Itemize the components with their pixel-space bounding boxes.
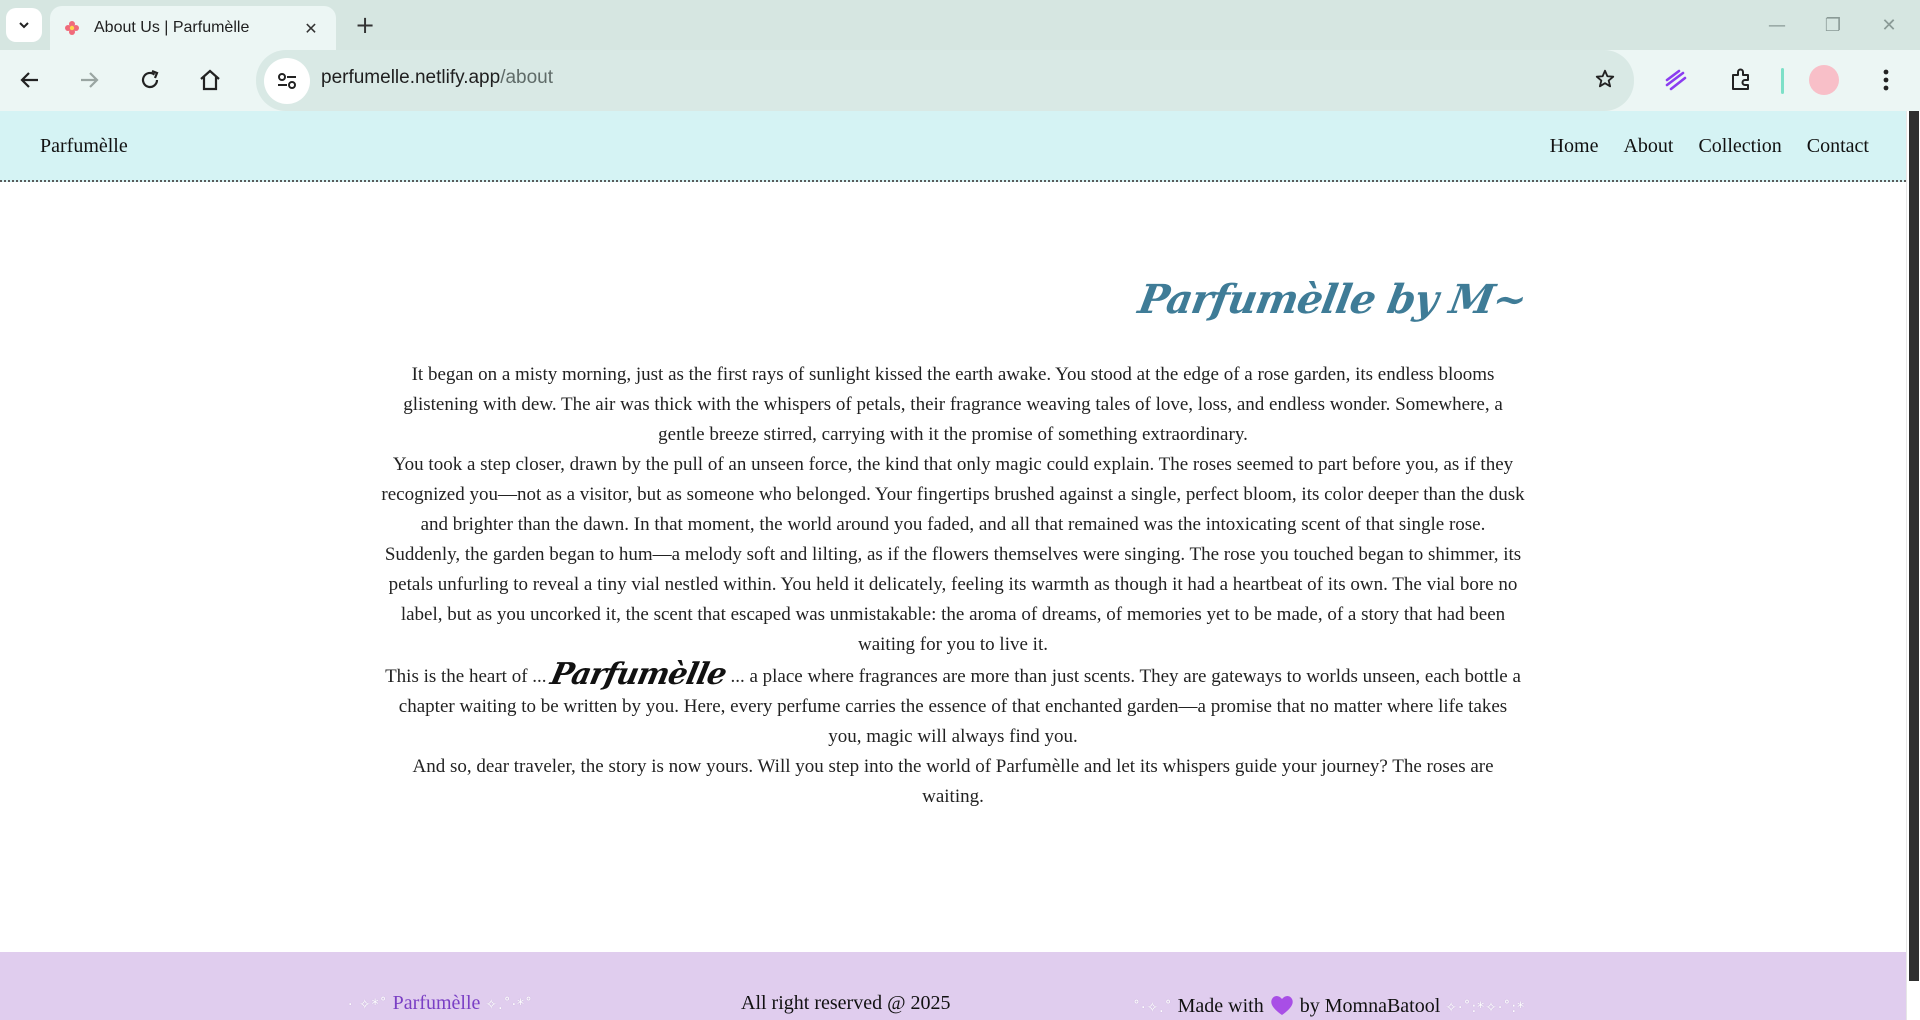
new-tab-button[interactable]: + <box>350 10 380 40</box>
reload-icon <box>141 69 159 89</box>
story-paragraph-2: You took a step closer, drawn by the pul… <box>381 454 1525 535</box>
url-domain: perfumelle.netlify.app <box>321 67 501 88</box>
bookmark-star-icon[interactable] <box>1594 68 1616 95</box>
site-footer: · ✧*˚ Parfumèlle ✧.˚·*˚ All right reserv… <box>0 952 1906 1020</box>
url-path: /about <box>500 67 554 88</box>
url-text[interactable]: perfumelle.netlify.app/about <box>321 67 553 89</box>
site-header: Parfumèlle Home About Collection Contact <box>0 111 1906 182</box>
address-bar[interactable]: perfumelle.netlify.app/about <box>256 50 1634 111</box>
home-icon <box>200 69 220 91</box>
inline-brand-script: Parfumèlle <box>547 657 730 692</box>
made-with-text: Made with <box>1177 995 1264 1017</box>
about-story: It began on a misty morning, just as the… <box>380 360 1526 812</box>
about-heading: Parfumèlle by M~ <box>1135 276 1531 323</box>
arrow-left-icon <box>20 72 38 88</box>
nav-about[interactable]: About <box>1623 135 1673 158</box>
flower-favicon-icon <box>65 21 79 35</box>
nav-collection[interactable]: Collection <box>1698 135 1781 158</box>
tab-strip: About Us | Parfumèlle ✕ + — ❐ ✕ <box>0 0 1920 50</box>
tab-active[interactable]: About Us | Parfumèlle ✕ <box>50 6 336 50</box>
page-scrollbar[interactable] <box>1906 111 1920 1020</box>
author-text: by MomnaBatool <box>1299 995 1441 1017</box>
reload-button[interactable] <box>130 60 170 100</box>
footer-copyright: All right reserved @ 2025 <box>741 992 951 1014</box>
extension-brush-icon[interactable] <box>1658 62 1694 98</box>
tab-search-button[interactable] <box>6 8 42 42</box>
story-paragraph-3: Suddenly, the garden began to hum—a melo… <box>384 544 1522 655</box>
back-button[interactable] <box>10 60 50 100</box>
nav-contact[interactable]: Contact <box>1807 135 1869 158</box>
forward-button[interactable] <box>69 60 109 100</box>
tune-icon <box>278 73 296 89</box>
footer-brand[interactable]: Parfumèlle <box>393 992 481 1014</box>
nav-home[interactable]: Home <box>1550 135 1599 158</box>
close-tab-icon[interactable]: ✕ <box>300 17 322 39</box>
sparkle-decoration: · ✧*˚ <box>348 997 388 1013</box>
restore-icon[interactable]: ❐ <box>1816 10 1850 40</box>
story-paragraph-1: It began on a misty morning, just as the… <box>403 364 1503 445</box>
site-nav: Home About Collection Contact <box>1550 135 1869 158</box>
home-button[interactable] <box>190 60 230 100</box>
scrollbar-thumb[interactable] <box>1909 111 1919 981</box>
footer-credits: ˚·✧.˚ Made with by MomnaBatool ✧·˚:*✧·˚:… <box>1133 992 1525 1018</box>
more-vert-icon[interactable] <box>1868 62 1904 98</box>
purple-heart-icon <box>1271 996 1293 1015</box>
story-paragraph-5: And so, dear traveler, the story is now … <box>412 756 1494 807</box>
arrow-right-icon <box>81 72 99 88</box>
chevron-down-icon <box>19 22 29 29</box>
footer-brand-block: · ✧*˚ Parfumèlle ✧.˚·*˚ <box>348 992 533 1015</box>
sparkle-decoration: ✧.˚·*˚ <box>485 997 534 1013</box>
toolbar-divider <box>1781 68 1784 94</box>
story-paragraph-4: This is the heart of ... Parfumèlle ... … <box>380 657 1526 752</box>
heart-prefix: This is the heart of ... <box>385 666 547 687</box>
tab-title: About Us | Parfumèlle <box>94 19 250 36</box>
profile-avatar[interactable] <box>1809 65 1839 95</box>
sparkle-decoration: ✧·˚:*✧·˚:* <box>1445 1000 1526 1016</box>
sparkle-decoration: ˚·✧.˚ <box>1133 1000 1173 1016</box>
extensions-puzzle-icon[interactable] <box>1723 62 1759 98</box>
minimize-icon[interactable]: — <box>1760 10 1794 40</box>
close-window-icon[interactable]: ✕ <box>1872 10 1906 40</box>
site-brand[interactable]: Parfumèlle <box>40 135 128 158</box>
page-viewport: Parfumèlle Home About Collection Contact… <box>0 111 1906 1020</box>
site-info-button[interactable] <box>264 58 310 104</box>
